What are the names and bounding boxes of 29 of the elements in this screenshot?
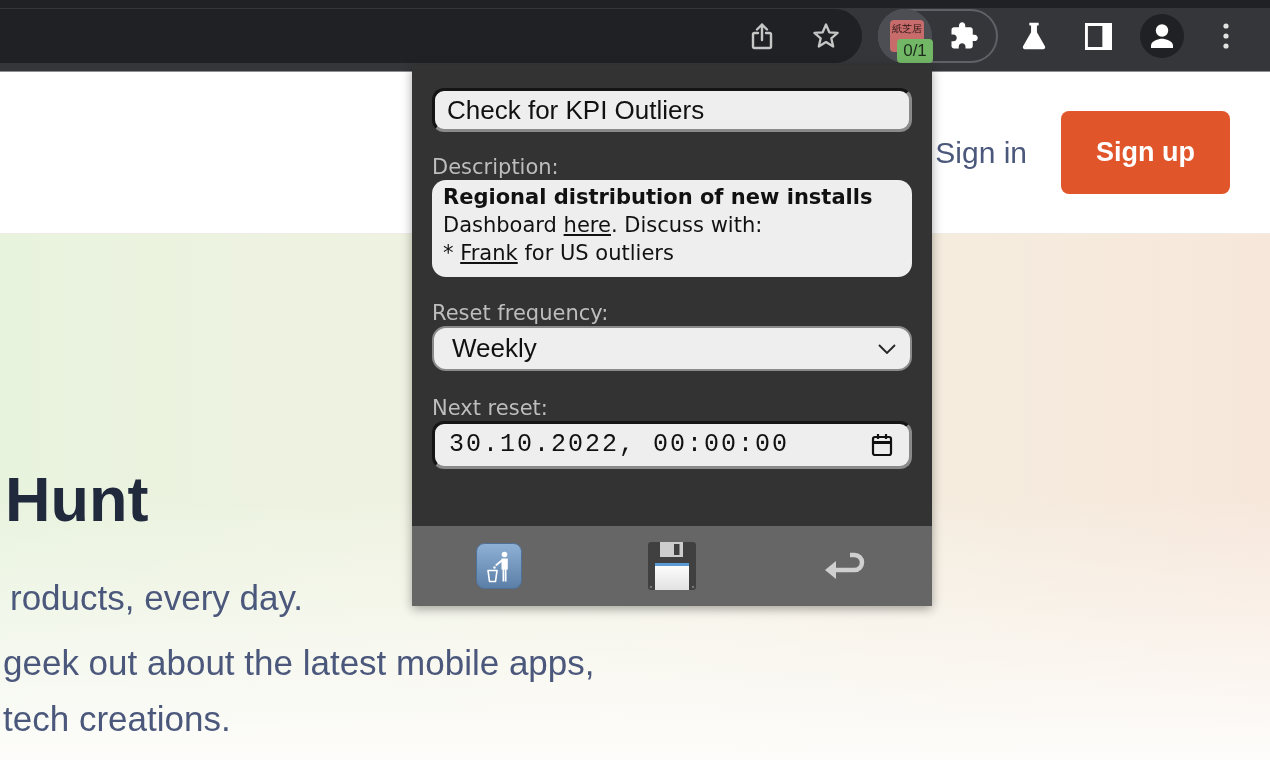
description-heading: Regional distribution of new installs (443, 184, 873, 211)
share-icon[interactable] (749, 22, 775, 50)
chevron-down-icon (878, 343, 896, 354)
description-link[interactable]: here (563, 213, 611, 237)
litter-bin-icon[interactable] (475, 543, 522, 589)
avatar-icon[interactable] (1140, 14, 1184, 58)
hero-title: Hunt (4, 463, 149, 535)
description-field[interactable]: Regional distribution of new installs Dashboard here. Discuss with: * Frank for US outliers (432, 180, 912, 277)
frequency-select[interactable]: Weekly (432, 326, 912, 371)
extension-badge: 0/1 (897, 39, 933, 63)
description-line: Dashboard here. Discuss with: (443, 212, 763, 239)
date-field[interactable]: 30.10.2022, 00:00:00 (432, 421, 912, 469)
title-field[interactable]: Check for KPI Outliers (432, 88, 912, 132)
field-label: Reset frequency: (432, 300, 609, 326)
field-label: Next reset: (432, 395, 548, 421)
side-panel-icon[interactable] (1084, 22, 1112, 50)
description-link[interactable]: Frank (460, 241, 518, 265)
puzzle-piece-icon[interactable] (949, 21, 979, 51)
description-line: * Frank for US outliers (443, 240, 674, 267)
more-menu-icon[interactable] (1223, 23, 1229, 49)
sign-up-button[interactable]: Sign up (1061, 111, 1230, 194)
field-label: Description: (432, 154, 559, 180)
return-arrow-icon[interactable] (825, 551, 866, 581)
hero-paragraph: geek out about the latest mobile apps, tech creations. (2, 642, 595, 740)
star-icon[interactable] (812, 22, 840, 50)
calendar-icon[interactable] (871, 433, 893, 457)
extension-button[interactable]: 紙芝居 0/1 (878, 9, 932, 63)
hero-tagline: roducts, every day. (9, 577, 304, 619)
sign-in-link[interactable]: Sign in (935, 135, 1027, 170)
